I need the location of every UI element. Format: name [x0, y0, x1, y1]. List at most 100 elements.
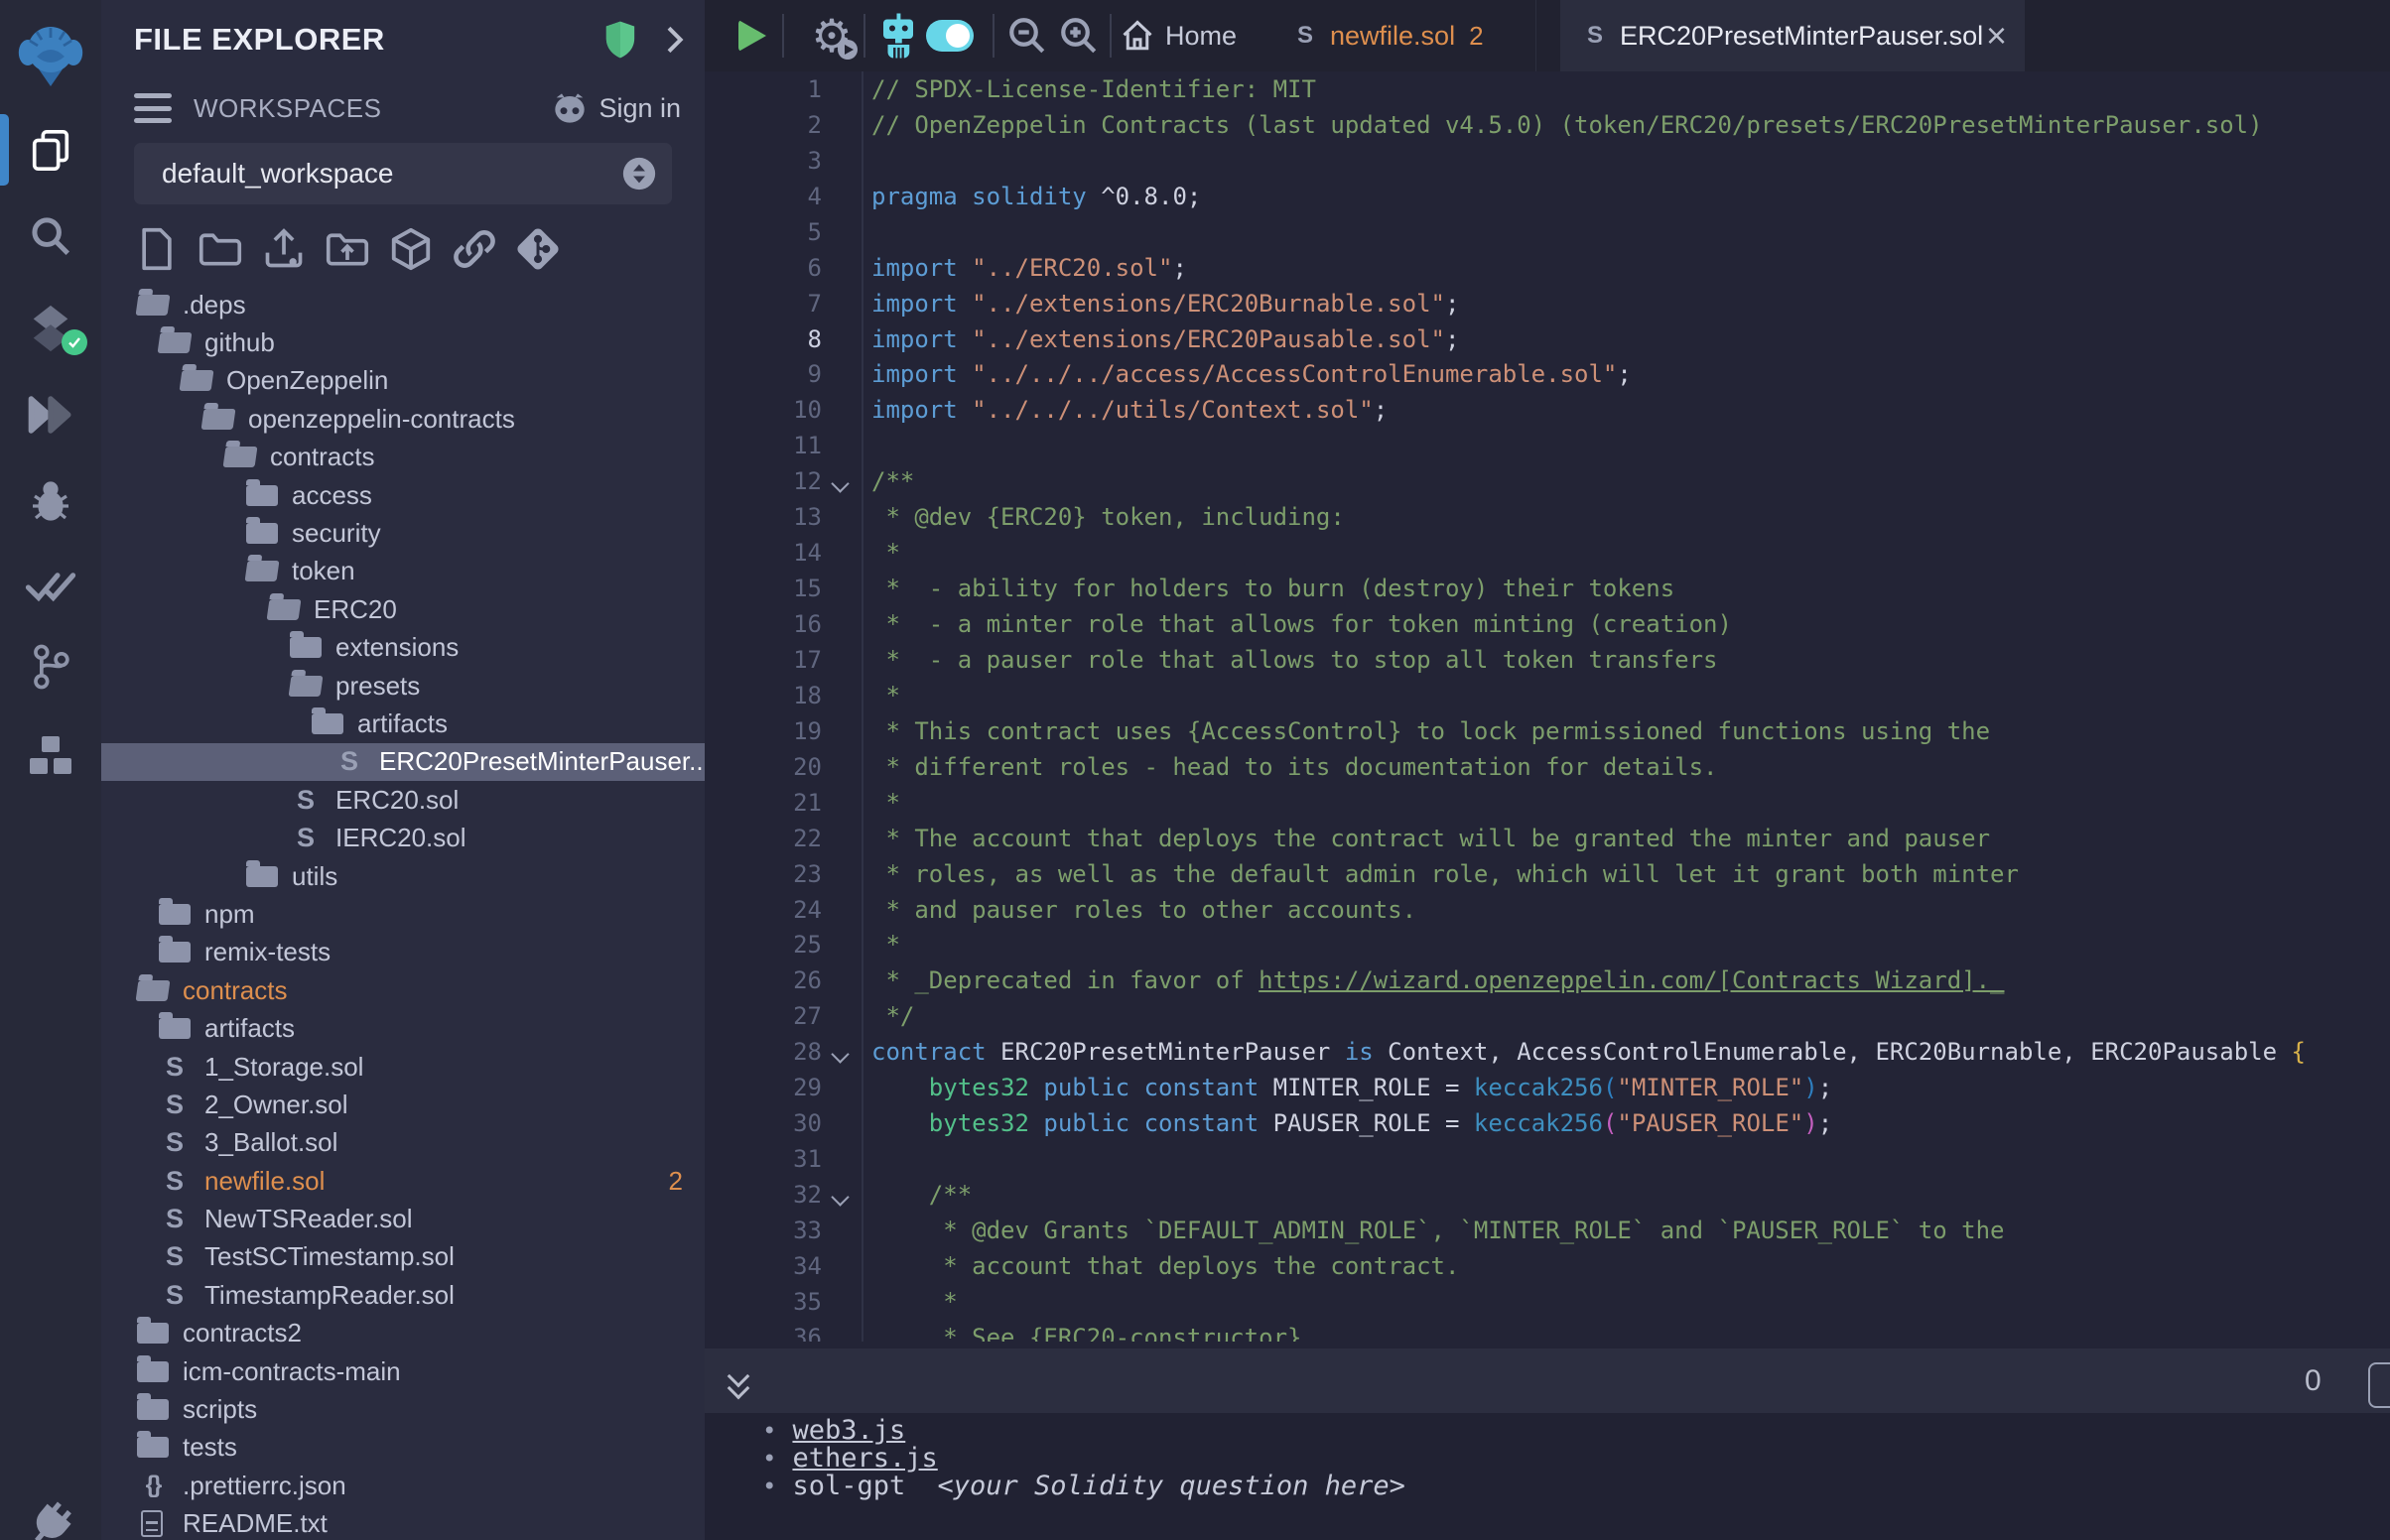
- code-line-9[interactable]: 9import "../../../access/AccessControlEn…: [705, 357, 2390, 393]
- code-line-25[interactable]: 25 *: [705, 928, 2390, 963]
- tree-item-readme-txt[interactable]: README.txt: [101, 1505, 705, 1540]
- code-line-24[interactable]: 24 * and pauser roles to other accounts.: [705, 892, 2390, 928]
- tree-item-timestampreader-sol[interactable]: STimestampReader.sol: [101, 1276, 705, 1314]
- code-line-19[interactable]: 19 * This contract uses {AccessControl} …: [705, 713, 2390, 749]
- tree-item-scripts[interactable]: scripts: [101, 1390, 705, 1428]
- tree-item--prettierrc-json[interactable]: {}.prettierrc.json: [101, 1467, 705, 1504]
- code-line-14[interactable]: 14 *: [705, 535, 2390, 571]
- zoom-out-icon[interactable]: [1002, 0, 1052, 71]
- code-line-35[interactable]: 35 *: [705, 1284, 2390, 1320]
- tree-item-testsctimestamp-sol[interactable]: STestSCTimestamp.sol: [101, 1238, 705, 1276]
- tree-item-artifacts[interactable]: artifacts: [101, 705, 705, 742]
- code-line-2[interactable]: 2// OpenZeppelin Contracts (last updated…: [705, 107, 2390, 143]
- close-tab-icon[interactable]: ×: [1986, 18, 2007, 54]
- code-line-7[interactable]: 7import "../extensions/ERC20Burnable.sol…: [705, 286, 2390, 321]
- tree-item-erc20presetminterpauser-[interactable]: SERC20PresetMinterPauser...: [101, 743, 705, 781]
- plugin-connector-icon[interactable]: [0, 1494, 101, 1540]
- code-line-12[interactable]: 12/**: [705, 463, 2390, 499]
- run-script-button[interactable]: [732, 0, 772, 71]
- code-line-3[interactable]: 3: [705, 143, 2390, 179]
- code-line-6[interactable]: 6import "../ERC20.sol";: [705, 250, 2390, 286]
- code-line-5[interactable]: 5: [705, 214, 2390, 250]
- tree-item-erc20-sol[interactable]: SERC20.sol: [101, 781, 705, 819]
- code-line-1[interactable]: 1// SPDX-License-Identifier: MIT: [705, 71, 2390, 107]
- terminal-link[interactable]: web3.js: [792, 1415, 905, 1446]
- code-line-10[interactable]: 10import "../../../utils/Context.sol";: [705, 392, 2390, 428]
- new-file-icon[interactable]: [134, 226, 180, 272]
- tree-item-contracts2[interactable]: contracts2: [101, 1315, 705, 1352]
- code-line-8[interactable]: 8import "../extensions/ERC20Pausable.sol…: [705, 321, 2390, 357]
- collapse-terminal-icon[interactable]: [725, 1364, 754, 1398]
- code-line-18[interactable]: 18 *: [705, 678, 2390, 713]
- solidity-compiler-icon[interactable]: [0, 296, 101, 361]
- fold-chevron-icon[interactable]: [831, 1188, 849, 1206]
- code-line-29[interactable]: 29 bytes32 public constant MINTER_ROLE =…: [705, 1070, 2390, 1105]
- code-line-34[interactable]: 34 * account that deploys the contract.: [705, 1248, 2390, 1284]
- code-line-28[interactable]: 28contract ERC20PresetMinterPauser is Co…: [705, 1034, 2390, 1070]
- code-line-32[interactable]: 32 /**: [705, 1177, 2390, 1213]
- workspace-select[interactable]: default_workspace: [134, 143, 672, 204]
- code-line-31[interactable]: 31: [705, 1141, 2390, 1177]
- terminal-link[interactable]: ethers.js: [792, 1443, 937, 1474]
- code-line-17[interactable]: 17 * - a pauser role that allows to stop…: [705, 642, 2390, 678]
- code-line-27[interactable]: 27 */: [705, 998, 2390, 1034]
- code-line-11[interactable]: 11: [705, 428, 2390, 463]
- deploy-run-icon[interactable]: [0, 385, 101, 445]
- fold-chevron-icon[interactable]: [831, 475, 849, 493]
- code-line-4[interactable]: 4pragma solidity ^0.8.0;: [705, 179, 2390, 214]
- tree-item-openzeppelin[interactable]: OpenZeppelin: [101, 362, 705, 400]
- tree-item-npm[interactable]: npm: [101, 895, 705, 933]
- tree-item-2-owner-sol[interactable]: S2_Owner.sol: [101, 1086, 705, 1123]
- code-line-22[interactable]: 22 * The account that deploys the contra…: [705, 821, 2390, 856]
- code-line-15[interactable]: 15 * - ability for holders to burn (dest…: [705, 571, 2390, 606]
- git-icon[interactable]: [0, 637, 101, 697]
- remix-logo[interactable]: [0, 22, 101, 91]
- ai-copilot-robot-icon[interactable]: [875, 0, 921, 71]
- code-line-23[interactable]: 23 * roles, as well as the default admin…: [705, 856, 2390, 892]
- debugger-icon[interactable]: [0, 472, 101, 532]
- terminal-search-input[interactable]: [2368, 1362, 2390, 1408]
- tree-item-remix-tests[interactable]: remix-tests: [101, 934, 705, 971]
- tree-item-contracts[interactable]: contracts: [101, 971, 705, 1009]
- collapse-panel-chevron-icon[interactable]: [663, 25, 685, 55]
- code-line-33[interactable]: 33 * @dev Grants `DEFAULT_ADMIN_ROLE`, `…: [705, 1213, 2390, 1248]
- tree-item-contracts[interactable]: contracts: [101, 439, 705, 476]
- sign-in-button[interactable]: Sign in: [551, 92, 681, 124]
- ipfs-cube-icon[interactable]: [388, 226, 434, 272]
- code-line-30[interactable]: 30 bytes32 public constant PAUSER_ROLE =…: [705, 1105, 2390, 1141]
- tab-newfile-sol[interactable]: S newfile.sol 2: [1276, 0, 1536, 71]
- tree-item-security[interactable]: security: [101, 514, 705, 552]
- tree-item-newfile-sol[interactable]: Snewfile.sol2: [101, 1162, 705, 1200]
- tree-item-artifacts[interactable]: artifacts: [101, 1009, 705, 1047]
- search-icon[interactable]: [0, 206, 101, 266]
- tree-item-presets[interactable]: presets: [101, 667, 705, 705]
- code-line-26[interactable]: 26 * _Deprecated in favor of https://wiz…: [705, 962, 2390, 998]
- compile-settings-icon[interactable]: ⚙: [804, 0, 860, 71]
- file-explorer-icon[interactable]: [0, 117, 101, 183]
- tree-item-extensions[interactable]: extensions: [101, 629, 705, 667]
- code-line-13[interactable]: 13 * @dev {ERC20} token, including:: [705, 499, 2390, 535]
- zoom-in-icon[interactable]: [1054, 0, 1104, 71]
- tab-erc20presetminterpauser-sol[interactable]: S ERC20PresetMinterPauser.sol ×: [1560, 0, 2025, 71]
- unit-testing-icon[interactable]: [0, 558, 101, 617]
- upload-file-icon[interactable]: [261, 226, 307, 272]
- upload-folder-icon[interactable]: [325, 226, 370, 272]
- tree-item-icm-contracts-main[interactable]: icm-contracts-main: [101, 1352, 705, 1390]
- fold-chevron-icon[interactable]: [831, 1046, 849, 1064]
- clone-git-icon[interactable]: [515, 226, 561, 272]
- link-icon[interactable]: [452, 226, 497, 272]
- tree-item-1-storage-sol[interactable]: S1_Storage.sol: [101, 1048, 705, 1086]
- tree-item-3-ballot-sol[interactable]: S3_Ballot.sol: [101, 1124, 705, 1162]
- tree-item-utils[interactable]: utils: [101, 857, 705, 895]
- tree-item-openzeppelin-contracts[interactable]: openzeppelin-contracts: [101, 400, 705, 438]
- home-tab[interactable]: Home: [1114, 0, 1243, 71]
- tree-item-erc20[interactable]: ERC20: [101, 590, 705, 628]
- code-line-16[interactable]: 16 * - a minter role that allows for tok…: [705, 606, 2390, 642]
- tree-item-access[interactable]: access: [101, 476, 705, 514]
- tree-item-github[interactable]: github: [101, 323, 705, 361]
- plugin-modules-icon[interactable]: [0, 724, 101, 788]
- workspaces-menu-icon[interactable]: [134, 93, 172, 123]
- new-folder-icon[interactable]: [198, 226, 243, 272]
- tree-item-tests[interactable]: tests: [101, 1429, 705, 1467]
- tree-item-ierc20-sol[interactable]: SIERC20.sol: [101, 819, 705, 856]
